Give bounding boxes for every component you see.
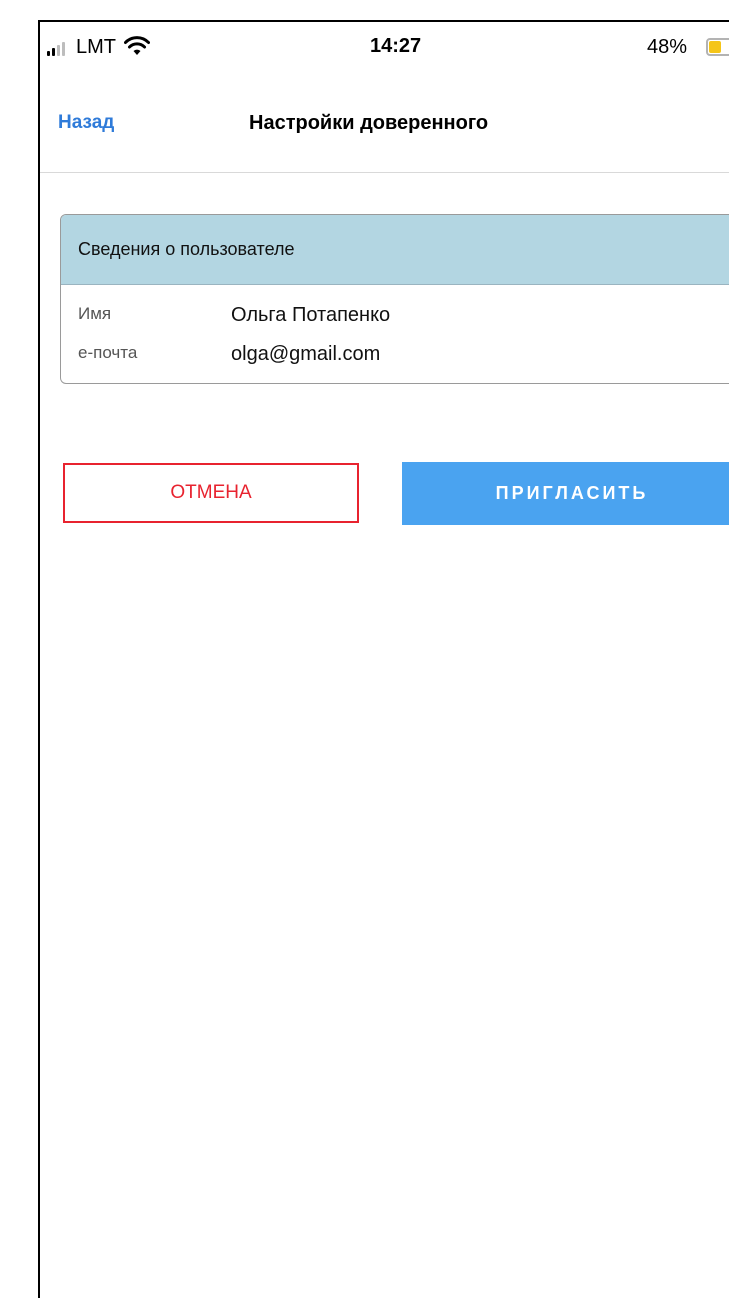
clock-time: 14:27 xyxy=(370,35,422,57)
user-name-label: Имя xyxy=(78,304,112,323)
user-email-value: olga@gmail.com xyxy=(231,343,381,365)
user-email-row: e-почта olga@gmail.com xyxy=(61,337,729,375)
user-name-value: Ольга Потапенко xyxy=(231,304,391,326)
navigation-bar: Назад Настройки доверенного xyxy=(40,72,729,173)
wifi-icon xyxy=(124,36,150,55)
user-info-card-header: Сведения о пользователе xyxy=(61,215,729,285)
carrier-name: LMT xyxy=(76,36,116,58)
page-title: Настройки доверенного xyxy=(249,112,489,134)
back-button[interactable]: Назад xyxy=(58,112,114,134)
user-name-row: Имя Ольга Потапенко xyxy=(61,299,729,337)
battery-percent: 48% xyxy=(647,36,688,58)
battery-level-fill xyxy=(709,41,721,53)
battery-icon xyxy=(706,38,729,56)
cellular-signal-icon xyxy=(47,42,73,56)
user-email-label: e-почта xyxy=(78,343,138,362)
cancel-button[interactable]: ОТМЕНА xyxy=(63,463,359,523)
user-info-card: Сведения о пользователе Имя Ольга Потапе… xyxy=(60,214,729,384)
status-bar: LMT 14:27 48% xyxy=(40,22,729,72)
phone-screen: LMT 14:27 48% Назад Настройки доверенног… xyxy=(38,20,729,1298)
invite-button[interactable]: ПРИГЛАСИТЬ xyxy=(402,462,729,525)
